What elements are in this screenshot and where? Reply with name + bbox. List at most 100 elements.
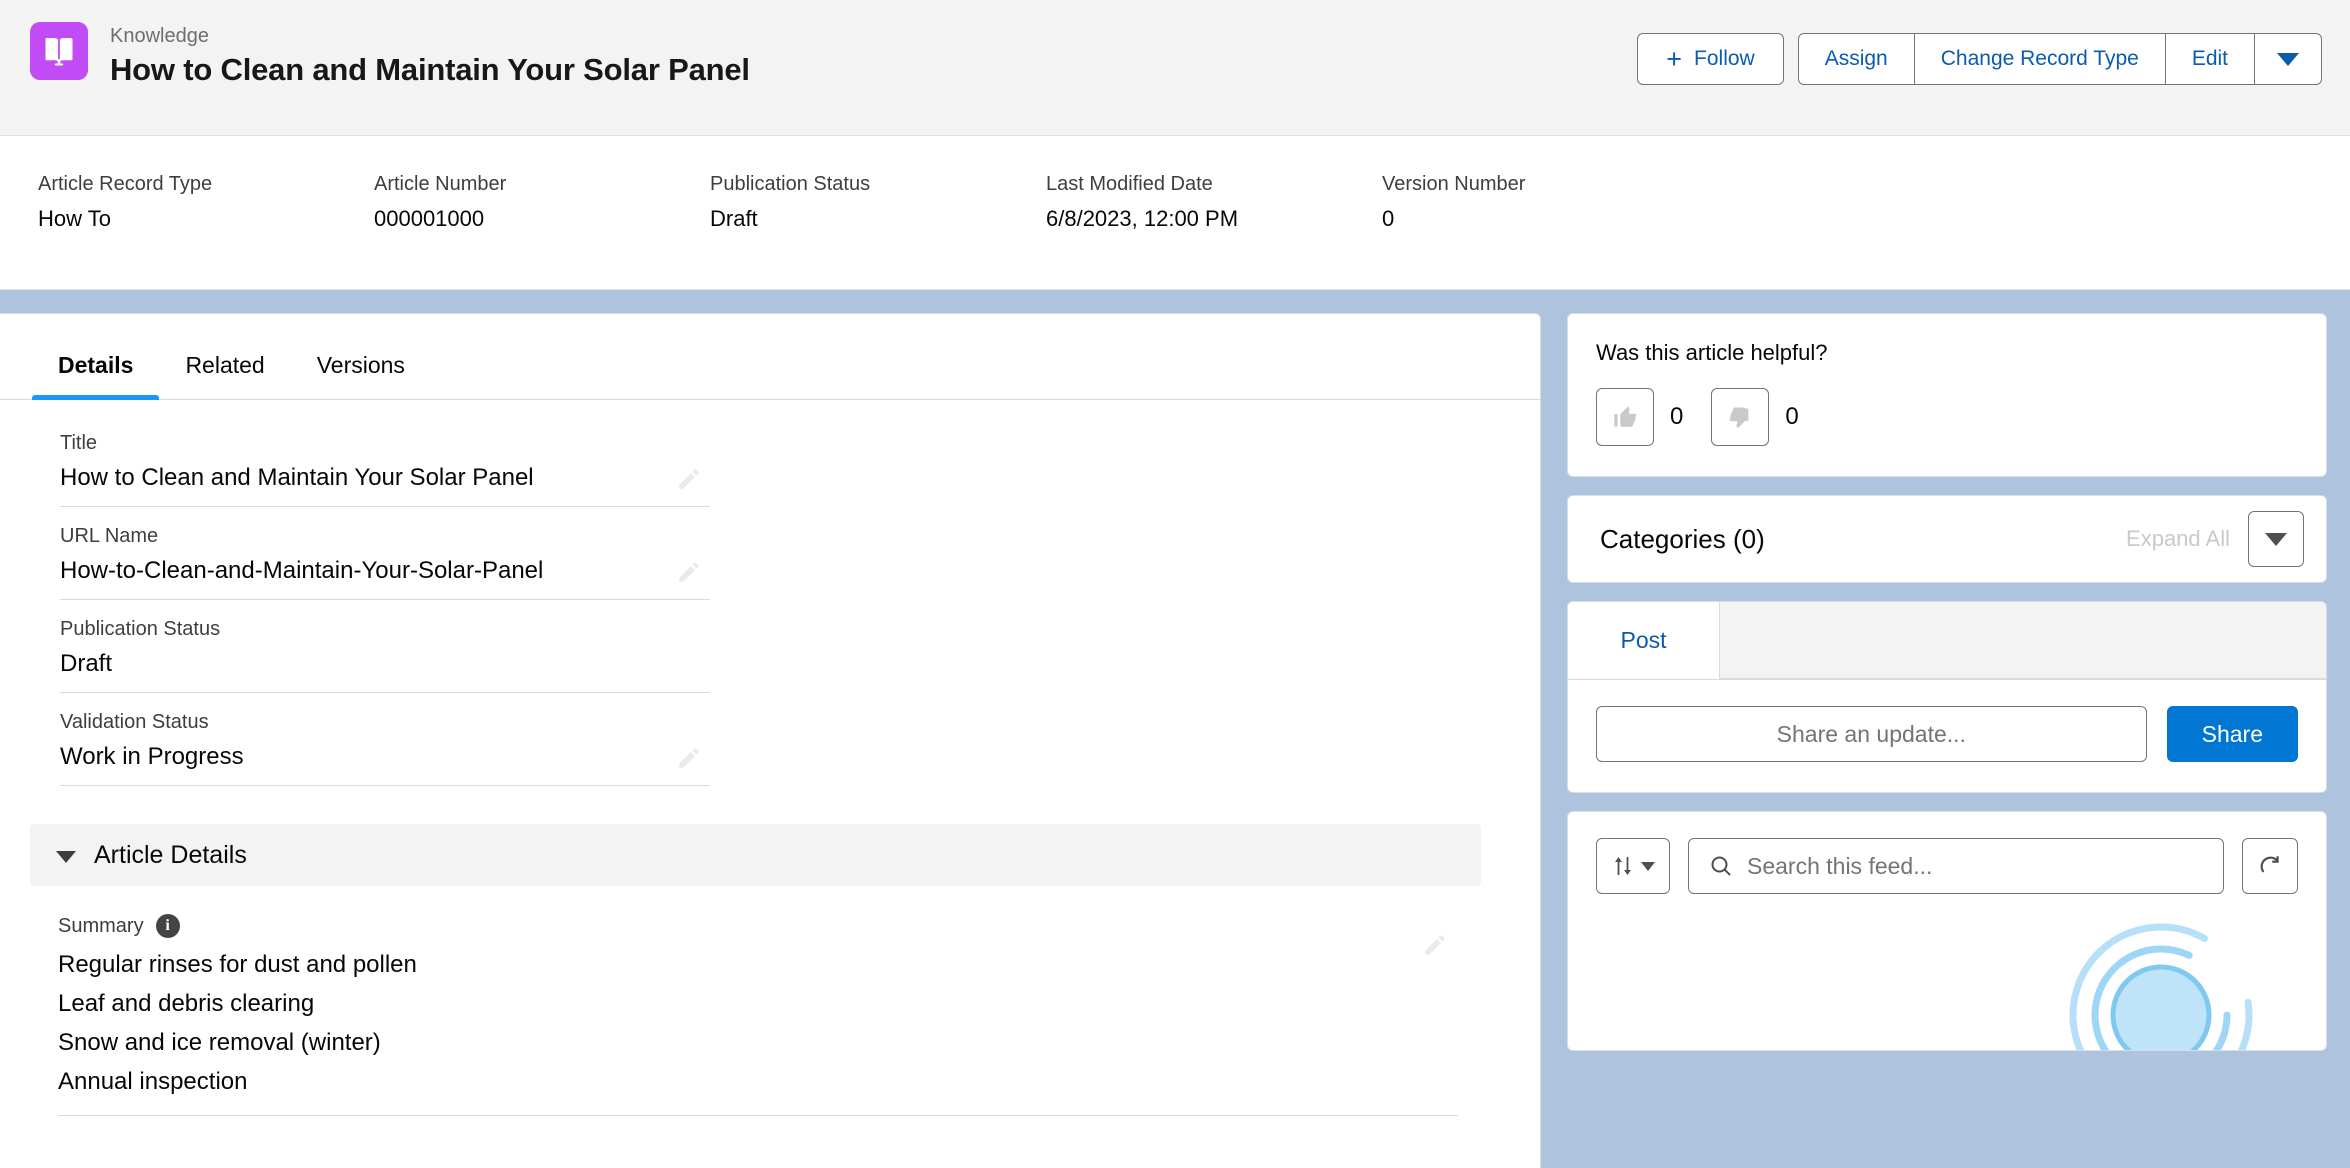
categories-menu-button[interactable]	[2248, 511, 2304, 567]
highlight-label: Last Modified Date	[1046, 173, 1213, 195]
vote-row: 0 0	[1596, 388, 2298, 446]
chatter-tabs-empty	[1720, 602, 2326, 679]
summary-line: Leaf and debris clearing	[58, 990, 315, 1017]
record-tabs: Details Related Versions	[0, 314, 1540, 400]
record-page: Knowledge How to Clean and Maintain Your…	[0, 0, 2350, 1168]
section-article-details[interactable]: Article Details	[30, 824, 1481, 886]
field-value: How-to-Clean-and-Maintain-Your-Solar-Pan…	[60, 557, 544, 584]
highlight-label: Version Number	[1382, 173, 1526, 195]
highlight-value: Draft	[710, 206, 758, 231]
tab-versions[interactable]: Versions	[291, 352, 431, 399]
more-actions-button[interactable]	[2255, 33, 2322, 85]
highlight-field: Publication Status Draft	[710, 172, 1046, 232]
assign-button[interactable]: Assign	[1797, 33, 1915, 85]
follow-button-label: Follow	[1694, 47, 1755, 70]
edit-button[interactable]: Edit	[2165, 33, 2255, 85]
field-validation-status: Validation Status Work in Progress	[60, 710, 710, 786]
tab-details[interactable]: Details	[32, 352, 160, 400]
right-sidebar: Was this article helpful? 0 0 Categories…	[1567, 313, 2327, 1069]
highlights-fields: Article Record Type How To Article Numbe…	[38, 172, 1718, 232]
share-update-input[interactable]: Share an update...	[1596, 706, 2147, 762]
chevron-down-icon	[1641, 861, 1655, 871]
field-label: URL Name	[60, 525, 159, 547]
highlights-panel: Article Record Type How To Article Numbe…	[0, 136, 2350, 290]
field-value: Draft	[60, 650, 113, 677]
change-record-type-button[interactable]: Change Record Type	[1914, 33, 2166, 85]
highlight-field: Version Number 0	[1382, 172, 1718, 232]
edit-pencil-icon[interactable]	[676, 559, 702, 585]
record-identity: Knowledge How to Clean and Maintain Your…	[30, 22, 750, 89]
edit-pencil-icon[interactable]	[676, 466, 702, 492]
thumbs-down-button[interactable]	[1711, 388, 1770, 446]
thumbs-up-count: 0	[1670, 403, 1684, 430]
feedback-question: Was this article helpful?	[1596, 340, 1828, 365]
field-url-name: URL Name How-to-Clean-and-Maintain-Your-…	[60, 524, 710, 600]
share-button[interactable]: Share	[2166, 706, 2298, 762]
categories-title: Categories (0)	[1600, 523, 1765, 554]
details-card: Details Related Versions Title How to Cl…	[0, 313, 1541, 1168]
field-label: Validation Status	[60, 711, 209, 733]
summary-line: Regular rinses for dust and pollen	[58, 951, 417, 978]
highlight-field: Article Number 000001000	[374, 172, 710, 232]
search-feed-placeholder: Search this feed...	[1747, 852, 1933, 879]
chevron-down-icon	[2265, 532, 2287, 546]
thumbs-up-button[interactable]	[1596, 388, 1654, 446]
sort-arrows-icon	[1615, 857, 1631, 875]
edit-pencil-icon[interactable]	[1422, 932, 1448, 958]
highlight-field: Article Record Type How To	[38, 172, 374, 232]
follow-button[interactable]: + Follow	[1637, 33, 1784, 85]
field-title: Title How to Clean and Maintain Your Sol…	[60, 431, 710, 507]
object-name: Knowledge	[110, 25, 209, 47]
expand-all-link[interactable]: Expand All	[2126, 526, 2230, 552]
field-publication-status: Publication Status Draft	[60, 617, 710, 693]
highlight-value: How To	[38, 206, 111, 231]
field-value: How to Clean and Maintain Your Solar Pan…	[60, 464, 534, 491]
thumbs-up-icon	[1613, 405, 1637, 427]
open-book-icon	[30, 22, 88, 80]
highlight-label: Article Record Type	[38, 173, 213, 195]
refresh-icon	[2260, 856, 2279, 873]
info-icon[interactable]: i	[155, 914, 180, 938]
action-button-group: Assign Change Record Type Edit	[1797, 33, 2322, 85]
field-label: Title	[60, 432, 98, 454]
empty-feed-illustration	[2069, 923, 2253, 1050]
search-feed-input[interactable]: Search this feed...	[1688, 838, 2224, 894]
page-title: How to Clean and Maintain Your Solar Pan…	[110, 52, 750, 87]
edit-pencil-icon[interactable]	[676, 745, 702, 771]
chevron-down-icon	[2277, 52, 2299, 66]
thumbs-down-count: 0	[1785, 403, 1799, 430]
highlight-label: Article Number	[374, 173, 507, 195]
chatter-tabs: Post	[1568, 602, 2326, 680]
highlight-label: Publication Status	[710, 173, 871, 195]
chatter-feed-card: Search this feed...	[1567, 811, 2327, 1051]
header-actions: + Follow Assign Change Record Type Edit	[1637, 33, 2322, 85]
highlight-value: 000001000	[374, 206, 485, 231]
sort-feed-button[interactable]	[1596, 838, 1670, 894]
highlight-value: 0	[1382, 206, 1395, 231]
refresh-feed-button[interactable]	[2242, 838, 2298, 894]
feed-toolbar: Search this feed...	[1568, 812, 2326, 894]
plus-icon: +	[1666, 43, 1683, 74]
detail-fields: Title How to Clean and Maintain Your Sol…	[0, 400, 1540, 786]
highlight-field: Last Modified Date 6/8/2023, 12:00 PM	[1046, 172, 1382, 232]
field-label: Summary	[58, 914, 144, 937]
record-body: Details Related Versions Title How to Cl…	[0, 291, 2350, 1168]
article-feedback-card: Was this article helpful? 0 0	[1567, 313, 2327, 477]
thumbs-down-icon	[1729, 406, 1749, 428]
chatter-tab-post[interactable]: Post	[1568, 602, 1720, 679]
section-title: Article Details	[94, 840, 247, 869]
chatter-publisher-card: Post Share an update... Share	[1567, 601, 2327, 793]
summary-line: Snow and ice removal (winter)	[58, 1029, 381, 1056]
chatter-compose-row: Share an update... Share	[1568, 680, 2326, 792]
field-value: Work in Progress	[60, 743, 244, 770]
field-summary: Summary i Regular rinses for dust and po…	[58, 914, 1458, 1116]
summary-label-row: Summary i	[58, 914, 1458, 938]
field-label: Publication Status	[60, 618, 221, 640]
chevron-down-icon	[56, 850, 76, 863]
highlight-value: 6/8/2023, 12:00 PM	[1046, 206, 1239, 231]
search-icon	[1711, 856, 1731, 876]
tab-related[interactable]: Related	[159, 352, 290, 399]
summary-line: Annual inspection	[58, 1068, 248, 1095]
categories-card: Categories (0) Expand All	[1567, 495, 2327, 583]
record-header: Knowledge How to Clean and Maintain Your…	[0, 0, 2350, 136]
